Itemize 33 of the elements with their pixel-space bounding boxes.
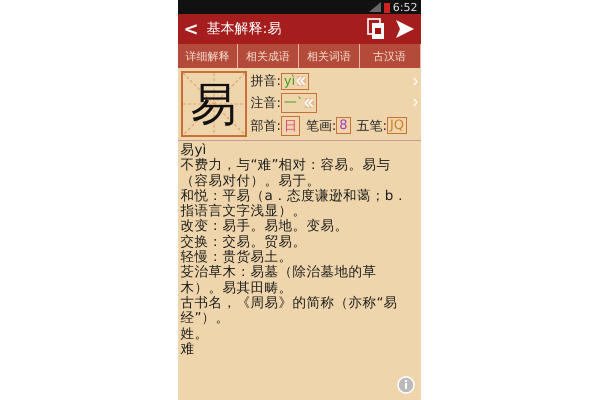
zhuyin-value[interactable]: 一ˋ <box>280 92 318 113</box>
definition-text: 易yì <box>180 143 208 158</box>
back-button[interactable]: < <box>182 18 201 40</box>
strokes-label: 笔画: <box>306 118 336 135</box>
definition-text: 芟治草木：易墓（除治墓地的草木）。易其田畴。 <box>180 265 378 296</box>
chevron-icon[interactable] <box>412 98 420 108</box>
definition-text: 难 <box>180 342 196 358</box>
pinyin-label: 拼音: <box>250 73 281 90</box>
signal-icon <box>368 2 381 12</box>
radical-label: 部首: <box>250 118 281 135</box>
info-icon[interactable] <box>396 376 414 394</box>
chevron-icon[interactable] <box>412 76 420 86</box>
definition-text: 和悦：平易（a．态度谦逊和蔼；b．指语言文字浅显）。 <box>180 188 408 220</box>
sound-icon[interactable] <box>297 76 306 86</box>
definition-text: 改变：易手。易地。变易。 <box>180 219 350 234</box>
radical-value: 日 <box>280 116 300 136</box>
copy-icon[interactable] <box>366 18 384 40</box>
definition-text: 轻慢：贵货易土。 <box>180 250 293 266</box>
wubi-value: JQ <box>386 117 408 134</box>
clock-time: 6:52 <box>392 0 418 14</box>
definition-text: 古书名，《周易》的简称（亦称“易经”）。 <box>180 296 398 327</box>
definition-text: 交换：交易。贸易。 <box>180 234 308 250</box>
definition-text: 姓。 <box>180 326 210 342</box>
definition-text: 不费力，与“难”相对：容易。易与（容易对付）。易于。 <box>180 158 392 189</box>
zhuyin-label: 注音: <box>250 94 281 112</box>
wubi-label: 五笔: <box>356 118 387 135</box>
send-icon[interactable] <box>394 19 414 39</box>
strokes-value: 8 <box>336 117 351 134</box>
page-title: 基本解释:易 <box>206 20 282 38</box>
pinyin-value[interactable]: yì <box>280 72 310 90</box>
battery-icon <box>384 2 390 12</box>
character-grid: 易 <box>180 71 246 137</box>
sound-icon[interactable] <box>305 98 314 108</box>
